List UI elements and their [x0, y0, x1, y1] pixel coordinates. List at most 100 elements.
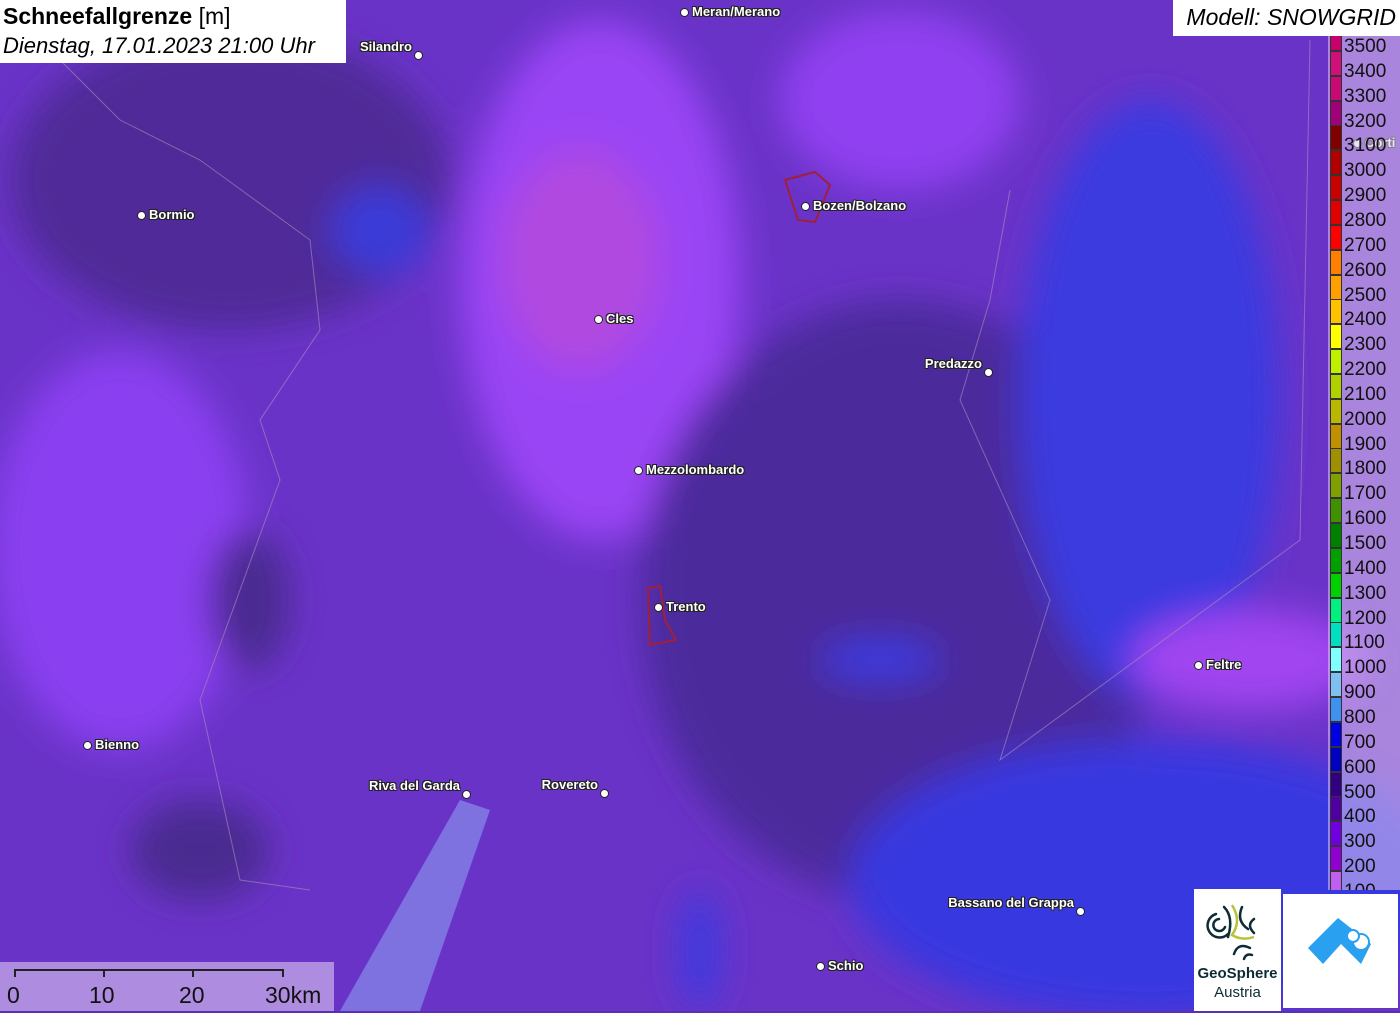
geosphere-austria-logo[interactable]: GeoSphere Austria [1194, 889, 1281, 1011]
legend-item: 600 [1328, 746, 1400, 778]
city-label[interactable]: Schio [828, 958, 863, 973]
color-legend: 3500 3400 3300 3200 3100 3000 2900 2800 2700 2600… [1328, 36, 1400, 890]
legend-item: 2800 [1328, 199, 1400, 231]
map-datetime: Dienstag, 17.01.2023 21:00 Uhr [3, 33, 315, 58]
city-label[interactable]: Riva del Garda [369, 778, 460, 793]
legend-item: 300 [1328, 821, 1400, 852]
city-label[interactable]: Meran/Merano [692, 4, 780, 19]
legend-swatch [1330, 547, 1342, 573]
city-marker-icon [1193, 660, 1203, 670]
legend-swatch [1330, 870, 1342, 890]
legend-swatch [1330, 796, 1342, 822]
city-marker-icon [599, 788, 609, 798]
geosphere-country: Austria [1214, 984, 1261, 1001]
legend-item: 100 [1328, 870, 1400, 890]
legend-swatch [1330, 274, 1342, 300]
legend-value: 100 [1344, 881, 1376, 890]
legend-item: 3100 [1328, 125, 1400, 156]
city-label[interactable]: Bormio [149, 207, 195, 222]
legend-item: 3300 [1328, 75, 1400, 107]
legend-swatch [1330, 423, 1342, 449]
legend-item: 1600 [1328, 498, 1400, 529]
legend-swatch [1330, 672, 1342, 698]
city-label[interactable]: Rovereto [542, 777, 598, 792]
city-label[interactable]: Bassano del Grappa [948, 895, 1074, 910]
geosphere-name: GeoSphere [1197, 965, 1278, 982]
legend-swatch [1330, 224, 1342, 250]
legend-item: 2100 [1328, 373, 1400, 405]
snowfall-line-map[interactable] [0, 0, 1400, 1011]
legend-item: 3000 [1328, 150, 1400, 181]
legend-item: 400 [1328, 796, 1400, 827]
legend-item: 1800 [1328, 448, 1400, 479]
legend-item: 1500 [1328, 523, 1400, 554]
legend-item: 2000 [1328, 398, 1400, 430]
legend-swatch [1330, 498, 1342, 524]
snow-mountain-logo[interactable] [1283, 894, 1398, 1008]
legend-swatch [1330, 100, 1342, 126]
legend-item: 2600 [1328, 249, 1400, 281]
map-unit: [m] [198, 3, 231, 29]
legend-swatch [1330, 696, 1342, 722]
legend-item: 1700 [1328, 473, 1400, 504]
legend-swatch [1330, 473, 1342, 499]
legend-swatch [1330, 647, 1342, 673]
city-marker-icon [82, 740, 92, 750]
legend-item: 2700 [1328, 224, 1400, 256]
city-marker-icon [461, 789, 471, 799]
city-label[interactable]: Feltre [1206, 657, 1241, 672]
city-marker-icon [653, 602, 663, 612]
legend-swatch [1330, 349, 1342, 375]
legend-swatch [1330, 199, 1342, 225]
city-label[interactable]: Silandro [360, 39, 412, 54]
legend-swatch [1330, 125, 1342, 151]
city-label[interactable]: Bienno [95, 737, 139, 752]
city-marker-icon [633, 465, 643, 475]
legend-item: 2900 [1328, 175, 1400, 206]
legend-swatch [1330, 36, 1342, 51]
city-marker-icon [136, 210, 146, 220]
legend-item: 2200 [1328, 349, 1400, 380]
legend-swatch [1330, 75, 1342, 101]
legend-swatch [1330, 299, 1342, 325]
legend-item: 1400 [1328, 547, 1400, 579]
legend-item: 2500 [1328, 274, 1400, 306]
legend-swatch [1330, 846, 1342, 872]
legend-item: 900 [1328, 672, 1400, 703]
city-label[interactable]: Predazzo [925, 356, 982, 371]
legend-item: 500 [1328, 771, 1400, 803]
scale-label-30: 30km [265, 982, 322, 1008]
city-marker-icon [983, 367, 993, 377]
legend-swatch [1330, 249, 1342, 275]
legend-item: 2300 [1328, 324, 1400, 355]
map-title-box: Schneefallgrenze [m] Dienstag, 17.01.202… [0, 0, 346, 63]
legend-swatch [1330, 324, 1342, 350]
legend-swatch [1330, 597, 1342, 623]
scale-label-10: 10 [89, 982, 115, 1008]
city-label[interactable]: Trento [666, 599, 706, 614]
legend-swatch [1330, 150, 1342, 176]
city-label[interactable]: Cles [606, 311, 633, 326]
map-title: Schneefallgrenze [3, 3, 193, 29]
legend-swatch [1330, 721, 1342, 747]
legend-item: 2400 [1328, 299, 1400, 330]
legend-item: 3500 [1328, 36, 1400, 57]
city-label[interactable]: Mezzolombardo [646, 462, 744, 477]
model-label: Modell: SNOWGRID [1173, 0, 1400, 36]
legend-item: 1000 [1328, 647, 1400, 678]
legend-item: 3400 [1328, 50, 1400, 82]
scale-label-20: 20 [179, 982, 205, 1008]
legend-swatch [1330, 398, 1342, 424]
city-marker-icon [593, 314, 603, 324]
scale-bar: 0 10 20 30km [0, 962, 334, 1011]
city-marker-icon [800, 201, 810, 211]
legend-swatch [1330, 622, 1342, 648]
legend-item: 200 [1328, 846, 1400, 877]
city-marker-icon [413, 50, 423, 60]
legend-item: 3200 [1328, 100, 1400, 132]
legend-swatch [1330, 821, 1342, 847]
scale-label-0: 0 [7, 982, 20, 1008]
city-label[interactable]: Bozen/Bolzano [813, 198, 906, 213]
legend-swatch [1330, 175, 1342, 201]
legend-item: 1900 [1328, 423, 1400, 455]
